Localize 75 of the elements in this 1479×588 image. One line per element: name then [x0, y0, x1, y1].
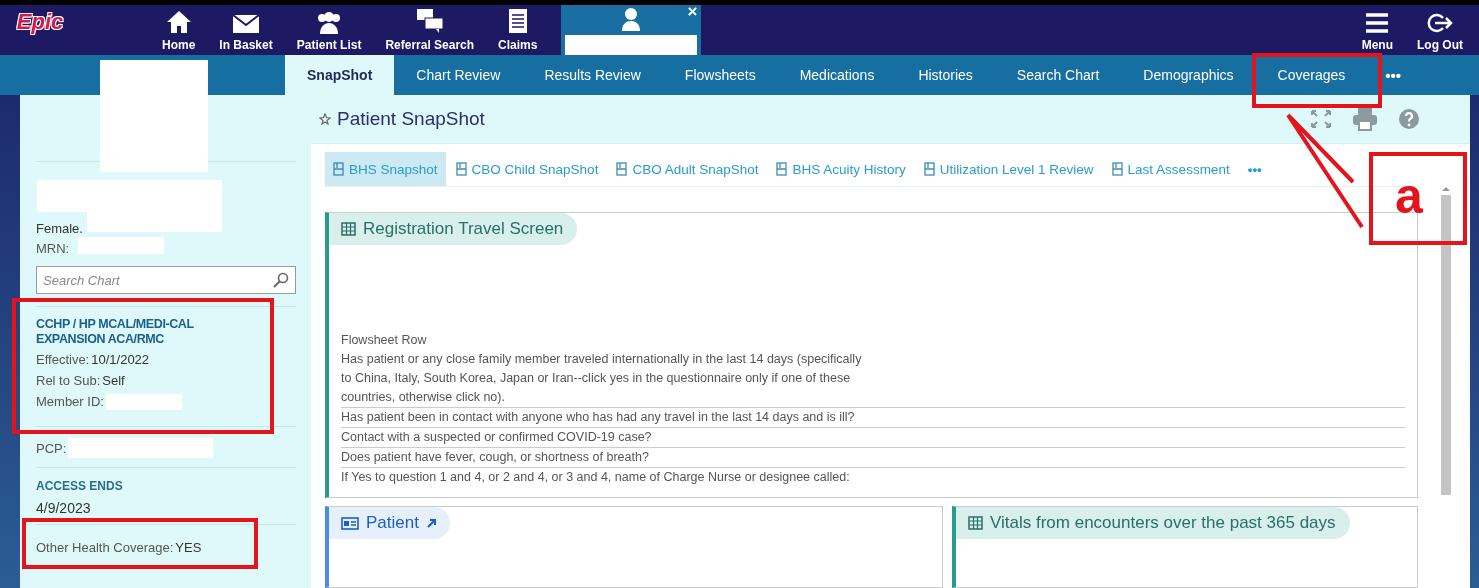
card-header[interactable]: Registration Travel Screen — [329, 213, 578, 245]
search-field[interactable]: Search Chart — [36, 266, 296, 294]
report-icon — [333, 162, 344, 176]
relation-label: Rel to Sub: — [36, 373, 101, 388]
close-button[interactable]: × — [687, 2, 698, 22]
app-logo[interactable]: Epic — [16, 9, 64, 35]
tab[interactable]: Flowsheets — [662, 55, 778, 95]
chat-icon — [415, 8, 444, 34]
report-tab[interactable]: CBO Adult SnapShot — [608, 152, 767, 186]
access-ends-label: ACCESS ENDS — [36, 479, 123, 493]
report-tab[interactable]: Last Assessment — [1103, 152, 1238, 186]
person-icon — [621, 7, 642, 31]
report-tab[interactable]: Utilization Level 1 Review — [915, 152, 1102, 186]
patient-tab[interactable]: × — [561, 5, 702, 55]
sex-label: Female. — [36, 220, 83, 236]
logout-icon — [1427, 12, 1453, 34]
report-icon — [923, 162, 935, 176]
print-icon[interactable] — [1352, 107, 1378, 131]
table-row-text: Has patient or any close family member traveled internationally in the last 14 days (specifically to China, Italy, South Korea, Japan or Iran--click yes in the questionnaire only if one of these countries, otherwise click no). — [341, 351, 863, 406]
nav-button[interactable]: Menu — [1349, 5, 1405, 55]
home-icon — [165, 10, 192, 34]
access-ends-date: 4/9/2023 — [36, 500, 91, 516]
report-tab[interactable]: CBO Child SnapShot — [447, 152, 607, 186]
help-icon[interactable] — [1398, 108, 1420, 130]
mrn-label: MRN: — [36, 240, 70, 256]
card-header[interactable]: Vitals from encounters over the past 365 days — [956, 507, 1350, 539]
nav-button[interactable]: Claims — [486, 5, 550, 55]
menu-icon — [1365, 12, 1390, 34]
tab[interactable]: Search Chart — [994, 55, 1122, 95]
table-header: Flowsheet Row — [341, 332, 428, 349]
grid-icon — [968, 516, 983, 530]
id-card-icon — [341, 516, 359, 530]
effective-label: Effective: — [36, 352, 90, 367]
nav-button[interactable]: Log Out — [1405, 5, 1475, 55]
scrollbar-thumb[interactable] — [1441, 195, 1451, 495]
table-row: Contact with a suspected or confirmed COVID-19 case? — [341, 427, 1405, 447]
scroll-up-icon[interactable] — [1442, 186, 1450, 191]
report-icon — [776, 162, 788, 176]
tab[interactable]: Chart Review — [394, 55, 523, 95]
report-icon — [455, 162, 467, 176]
card-header[interactable]: Patient — [329, 507, 450, 539]
mail-icon — [232, 14, 260, 34]
callout-label: a — [1395, 175, 1423, 216]
nav-button[interactable]: Home — [150, 5, 208, 55]
nav-button[interactable]: Patient List — [284, 5, 374, 55]
table-row: If Yes to question 1 and 4, or 2 and 4, or 3 and 4, name of Charge Nurse or designee called: — [341, 467, 1405, 487]
tab[interactable]: SnapShot — [285, 55, 395, 95]
tab[interactable]: Demographics — [1121, 55, 1256, 95]
tab[interactable]: Histories — [896, 55, 995, 95]
more-button[interactable]: ••• — [1239, 152, 1270, 186]
tab[interactable]: Coverages — [1255, 55, 1368, 95]
nav-button[interactable]: In Basket — [207, 5, 285, 55]
table-row: Does patient have fever, cough, or shortness of breath? — [341, 447, 1405, 467]
effective-date: 10/1/2022 — [91, 352, 150, 367]
report-tab[interactable]: BHS Acuity History — [768, 152, 914, 186]
page-title: Patient SnapShot — [337, 108, 485, 130]
search-icon[interactable] — [273, 272, 289, 288]
table-row: Has patient been in contact with anyone who has had any travel in the last 14 days and is ill? — [341, 407, 1405, 427]
report-icon — [1111, 162, 1123, 176]
pin-icon[interactable] — [319, 113, 331, 125]
tab[interactable]: Results Review — [522, 55, 663, 95]
nav-button[interactable]: Referral Search — [373, 5, 487, 55]
pcp-label: PCP: — [36, 440, 67, 456]
other-coverage-label: Other Health Coverage: — [36, 539, 174, 555]
tab[interactable]: Medications — [777, 55, 897, 95]
coverage-name[interactable]: CCHP / HP MCAL/MEDI-CAL EXPANSION ACA/RMC — [36, 317, 251, 347]
document-icon — [507, 8, 528, 34]
report-icon — [616, 162, 628, 176]
more-button[interactable]: ••• — [1377, 55, 1410, 95]
expand-icon[interactable] — [1310, 109, 1332, 129]
external-link-icon — [425, 518, 436, 528]
other-coverage-value: YES — [175, 539, 202, 555]
member-id-label: Member ID: — [36, 394, 104, 409]
grid-icon — [341, 222, 356, 236]
relation-value: Self — [102, 373, 125, 388]
